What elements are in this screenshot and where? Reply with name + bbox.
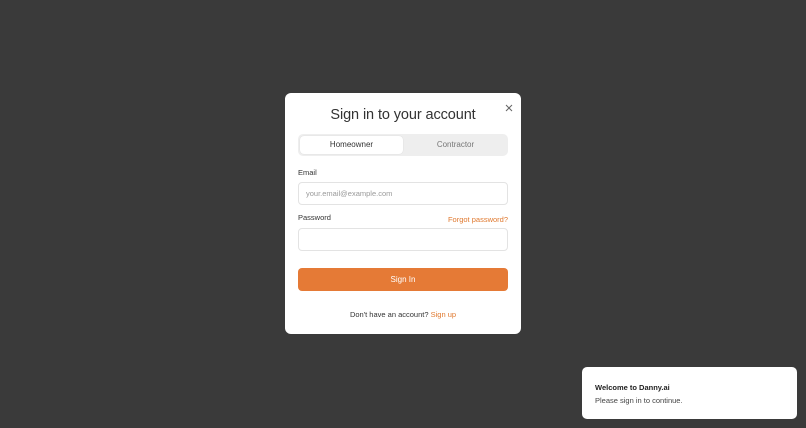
signup-prompt: Don't have an account? Sign up — [285, 310, 521, 319]
account-type-tabs: Homeowner Contractor — [298, 134, 508, 156]
tab-contractor[interactable]: Contractor — [405, 136, 506, 154]
password-label: Password — [298, 213, 331, 222]
email-field[interactable] — [298, 182, 508, 205]
toast-message: Please sign in to continue. — [595, 396, 683, 405]
toast-title: Welcome to Danny.ai — [595, 383, 670, 392]
signup-prompt-text: Don't have an account? — [349, 310, 429, 319]
email-label: Email — [298, 168, 317, 177]
modal-title: Sign in to your account — [330, 107, 476, 123]
signin-modal: Sign in to your account Homeowner Contra… — [285, 93, 521, 334]
signup-link[interactable]: Sign up — [431, 310, 456, 319]
welcome-toast: Welcome to Danny.ai Please sign in to co… — [582, 367, 797, 419]
signin-button[interactable]: Sign In — [298, 268, 508, 291]
tab-homeowner[interactable]: Homeowner — [300, 136, 403, 154]
forgot-password-link[interactable]: Forgot password? — [448, 215, 508, 224]
password-field[interactable] — [298, 228, 508, 251]
